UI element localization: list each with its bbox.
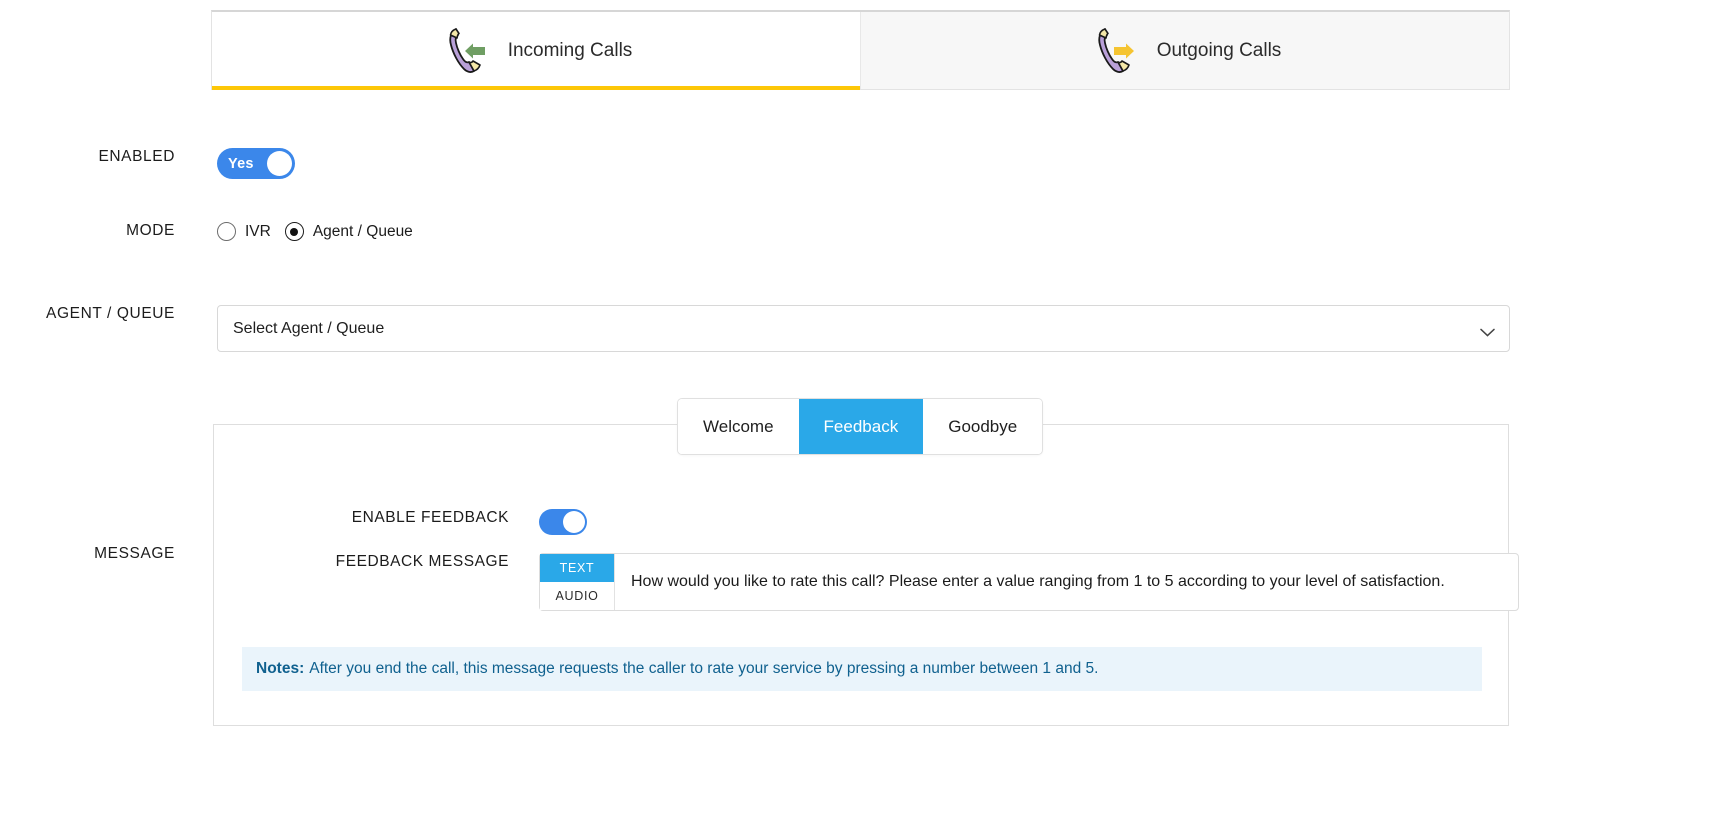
- enabled-row: ENABLED Yes: [0, 148, 1510, 179]
- enable-feedback-toggle-knob: [563, 511, 585, 533]
- message-label: MESSAGE: [0, 545, 175, 563]
- mode-audio-label: AUDIO: [555, 589, 598, 603]
- chevron-down-icon: [1480, 324, 1495, 333]
- agent-queue-row: AGENT / QUEUE Select Agent / Queue: [0, 305, 1510, 352]
- feedback-message-label: FEEDBACK MESSAGE: [244, 553, 509, 571]
- tab-feedback-label: Feedback: [824, 417, 899, 437]
- tab-welcome-label: Welcome: [703, 417, 774, 437]
- feedback-message-box: TEXT AUDIO How would you like to rate th…: [539, 553, 1519, 611]
- message-type-tabs: Welcome Feedback Goodbye: [677, 398, 1043, 455]
- enabled-label: ENABLED: [0, 148, 175, 166]
- enable-feedback-label: ENABLE FEEDBACK: [244, 509, 509, 527]
- enable-feedback-toggle[interactable]: [539, 509, 587, 535]
- enabled-toggle-text: Yes: [228, 156, 254, 172]
- incoming-call-phone-icon: [440, 25, 494, 77]
- tab-incoming-calls[interactable]: Incoming Calls: [212, 12, 860, 89]
- agent-queue-select[interactable]: Select Agent / Queue: [217, 305, 1510, 352]
- mode-radio-group: IVR Agent / Queue: [217, 222, 413, 241]
- mode-row: MODE IVR Agent / Queue: [0, 222, 1510, 241]
- tab-feedback[interactable]: Feedback: [799, 399, 924, 454]
- radio-ivr-icon: [217, 222, 236, 241]
- mode-option-ivr[interactable]: IVR: [217, 222, 271, 241]
- arrow-right-icon: [1114, 43, 1134, 58]
- feedback-message-mode-switch: TEXT AUDIO: [540, 554, 614, 610]
- tab-incoming-calls-label: Incoming Calls: [508, 40, 633, 62]
- feedback-message-input[interactable]: How would you like to rate this call? Pl…: [614, 554, 1518, 610]
- agent-queue-select-value: Select Agent / Queue: [233, 320, 384, 338]
- notes-text: After you end the call, this message req…: [309, 660, 1098, 678]
- mode-option-agent-queue-label: Agent / Queue: [313, 223, 413, 241]
- agent-queue-label: AGENT / QUEUE: [0, 305, 175, 323]
- enable-feedback-row: ENABLE FEEDBACK: [244, 509, 587, 535]
- feedback-message-row: FEEDBACK MESSAGE TEXT AUDIO How would yo…: [244, 553, 1519, 611]
- call-settings-page: Incoming Calls Outgoing Calls ENABLE: [0, 0, 1730, 836]
- outgoing-call-phone-icon: [1089, 25, 1143, 77]
- tab-goodbye-label: Goodbye: [948, 417, 1017, 437]
- mode-option-ivr-label: IVR: [245, 223, 271, 241]
- tab-outgoing-calls[interactable]: Outgoing Calls: [860, 12, 1509, 89]
- mode-label: MODE: [0, 222, 175, 240]
- tab-welcome[interactable]: Welcome: [678, 399, 799, 454]
- mode-audio-button[interactable]: AUDIO: [540, 582, 614, 610]
- notes-prefix: Notes:: [256, 660, 304, 678]
- enabled-toggle-knob: [267, 151, 292, 176]
- mode-option-agent-queue[interactable]: Agent / Queue: [285, 222, 413, 241]
- mode-text-label: TEXT: [560, 561, 595, 575]
- tab-outgoing-calls-label: Outgoing Calls: [1157, 40, 1282, 62]
- enabled-toggle[interactable]: Yes: [217, 148, 295, 179]
- arrow-left-icon: [465, 43, 485, 58]
- tab-goodbye[interactable]: Goodbye: [923, 399, 1042, 454]
- notes-banner: Notes: After you end the call, this mess…: [242, 647, 1482, 691]
- radio-agent-queue-icon: [285, 222, 304, 241]
- mode-text-button[interactable]: TEXT: [540, 554, 614, 582]
- call-direction-tabstrip: Incoming Calls Outgoing Calls: [211, 10, 1510, 90]
- message-panel: ENABLE FEEDBACK FEEDBACK MESSAGE TEXT AU…: [213, 424, 1509, 726]
